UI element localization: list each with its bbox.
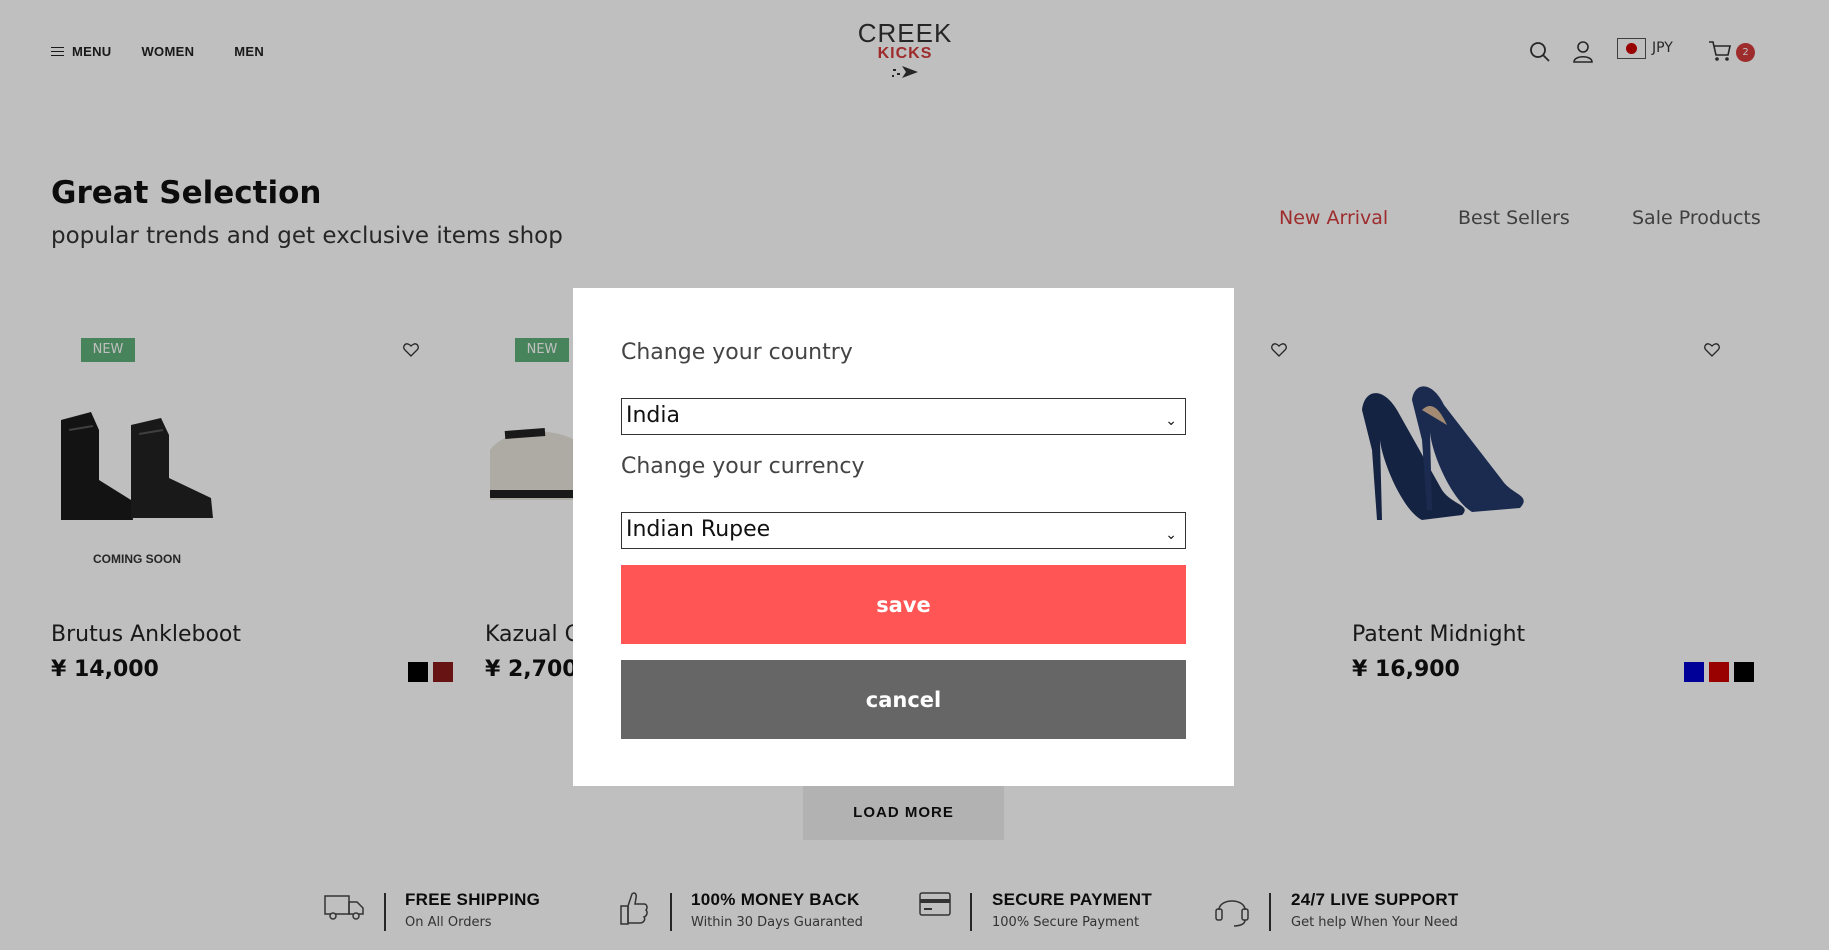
currency-select-value: Indian Rupee xyxy=(626,517,771,542)
country-label: Change your country xyxy=(621,340,853,365)
currency-label: Change your currency xyxy=(621,454,865,479)
chevron-down-icon: ⌄ xyxy=(1165,413,1177,429)
currency-select[interactable]: Indian Rupee ⌄ xyxy=(621,512,1186,549)
country-select-value: India xyxy=(626,403,680,428)
cancel-button[interactable]: cancel xyxy=(621,660,1186,739)
chevron-down-icon: ⌄ xyxy=(1165,527,1177,543)
locale-modal: Change your country India ⌄ Change your … xyxy=(573,288,1234,786)
save-button[interactable]: save xyxy=(621,565,1186,644)
country-select[interactable]: India ⌄ xyxy=(621,398,1186,435)
